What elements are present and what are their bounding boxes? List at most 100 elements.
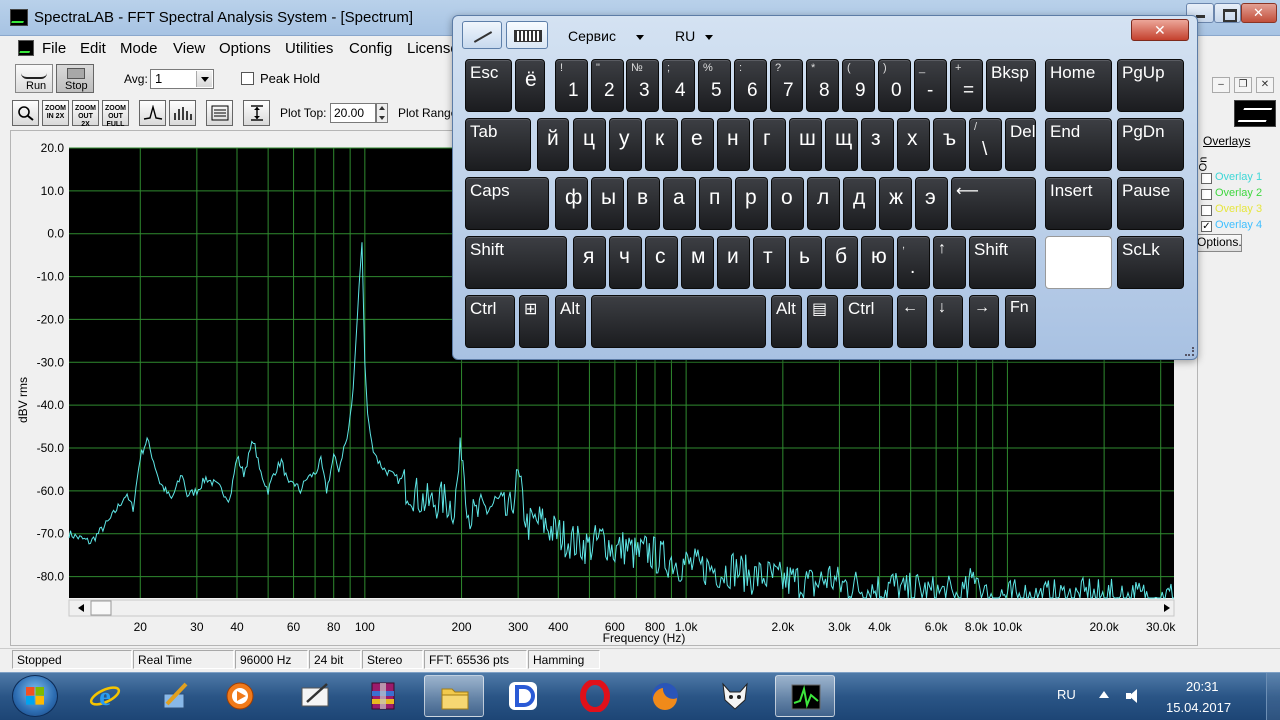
bar-graph-button[interactable] [169, 100, 196, 126]
home-key[interactable]: Home [1045, 59, 1112, 112]
key-м[interactable]: м [681, 236, 714, 289]
key-ц[interactable]: ц [573, 118, 606, 171]
key-\[interactable]: / \ [969, 118, 1002, 171]
key-п[interactable]: п [699, 177, 732, 230]
key-9[interactable]: (9 [842, 59, 875, 112]
menu-license[interactable]: License [407, 40, 459, 57]
osk-language-menu[interactable]: RU [675, 28, 695, 44]
alt-key[interactable]: Alt [771, 295, 802, 348]
avg-select[interactable]: 1 [150, 69, 214, 89]
overlay-options-button[interactable]: Options... [1194, 234, 1242, 252]
stop-button[interactable]: Stop [56, 64, 94, 93]
key-э[interactable]: э [915, 177, 948, 230]
key-с[interactable]: с [645, 236, 678, 289]
backspace-key[interactable]: Bksp [986, 59, 1036, 112]
enter-key[interactable]: ⟵ [951, 177, 1036, 230]
key-ё[interactable]: ё [515, 59, 545, 112]
zoom-out-2x-button[interactable]: ZOOM OUT 2X [72, 100, 99, 128]
key-й[interactable]: й [537, 118, 569, 171]
signal-generator-icon[interactable] [1234, 100, 1276, 127]
fn-key[interactable]: Fn [1005, 295, 1036, 348]
shift-key[interactable]: Shift [969, 236, 1036, 289]
plot-top-input[interactable]: 20.00 [330, 103, 376, 123]
media-player-button[interactable] [210, 675, 270, 717]
paint-tool-button[interactable] [145, 675, 205, 717]
pause-key[interactable]: Pause [1117, 177, 1184, 230]
menu-mode[interactable]: Mode [120, 40, 158, 57]
arrow-left-key[interactable]: ← [897, 295, 927, 348]
menu-file[interactable]: File [42, 40, 66, 57]
key-0[interactable]: ) 0 [878, 59, 911, 112]
scrollbar-thumb[interactable] [90, 600, 112, 616]
horizontal-scrollbar[interactable] [68, 599, 1175, 617]
key-б[interactable]: б [825, 236, 858, 289]
context-menu-key[interactable]: ▤ [807, 295, 838, 348]
key-а[interactable]: а [663, 177, 696, 230]
clock-date[interactable]: 15.04.2017 [1166, 700, 1231, 715]
key-з[interactable]: з [861, 118, 894, 171]
key-ф[interactable]: ф [555, 177, 588, 230]
key-р[interactable]: р [735, 177, 768, 230]
menu-edit[interactable]: Edit [80, 40, 106, 57]
key-ъ[interactable]: ъ [933, 118, 966, 171]
key-я[interactable]: я [573, 236, 606, 289]
overlay-2-checkbox[interactable] [1201, 189, 1212, 200]
spectralab-taskbar-button[interactable] [775, 675, 835, 717]
insert-key[interactable]: Insert [1045, 177, 1112, 230]
chevron-down-icon[interactable] [636, 35, 644, 40]
ctrl-key[interactable]: Ctrl [465, 295, 515, 348]
maximize-button[interactable] [1214, 3, 1241, 23]
close-button[interactable] [1241, 3, 1277, 23]
zoom-in-2x-button[interactable]: ZOOM IN 2X [42, 100, 69, 126]
key-4[interactable]: ; 4 [662, 59, 695, 112]
key-ю[interactable]: ю [861, 236, 894, 289]
key-3[interactable]: № 3 [626, 59, 659, 112]
end-key[interactable]: End [1045, 118, 1112, 171]
key-7[interactable]: ? 7 [770, 59, 803, 112]
key-г[interactable]: г [753, 118, 786, 171]
key--[interactable]: _ - [914, 59, 947, 112]
ctrl-key[interactable]: Ctrl [843, 295, 893, 348]
autoscale-button[interactable] [243, 100, 270, 126]
blank-key[interactable] [1045, 236, 1112, 289]
run-button[interactable]: Run [15, 64, 53, 93]
key-6[interactable]: :6 [734, 59, 767, 112]
overlay-3-checkbox[interactable] [1201, 205, 1212, 216]
peak-marker-button[interactable] [139, 100, 166, 126]
arrow-right-key[interactable]: → [969, 295, 999, 348]
tab-key[interactable]: Tab [465, 118, 531, 171]
alt-key[interactable]: Alt [555, 295, 586, 348]
page-down-key[interactable]: PgDn [1117, 118, 1184, 171]
shift-key[interactable]: Shift [465, 236, 567, 289]
key-т[interactable]: т [753, 236, 786, 289]
key-в[interactable]: в [627, 177, 660, 230]
menu-utilities[interactable]: Utilities [285, 40, 333, 57]
start-button[interactable] [12, 675, 58, 717]
overlay-1-checkbox[interactable] [1201, 173, 1212, 184]
osk-close-button[interactable] [1131, 19, 1189, 41]
chevron-down-icon[interactable] [705, 35, 713, 40]
key-д[interactable]: д [843, 177, 876, 230]
table-view-button[interactable] [206, 100, 233, 126]
key-ж[interactable]: ж [879, 177, 912, 230]
zoom-out-full-button[interactable]: ZOOM OUT FULL [102, 100, 129, 128]
menu-view[interactable]: View [173, 40, 205, 57]
space-key[interactable] [591, 295, 766, 348]
key-ш[interactable]: ш [789, 118, 822, 171]
opera-button[interactable] [565, 675, 625, 717]
key-х[interactable]: х [897, 118, 930, 171]
key-и[interactable]: и [717, 236, 750, 289]
caps-lock-key[interactable]: Caps [465, 177, 549, 230]
delete-key[interactable]: Del [1005, 118, 1036, 171]
key-о[interactable]: о [771, 177, 804, 230]
document-icon[interactable] [18, 40, 34, 56]
key-5[interactable]: % 5 [698, 59, 731, 112]
app-d-button[interactable] [493, 675, 553, 717]
scroll-lock-key[interactable]: ScLk [1117, 236, 1184, 289]
esc-key[interactable]: Esc [465, 59, 512, 112]
key-.[interactable]: ,. [897, 236, 930, 289]
clock-time[interactable]: 20:31 [1186, 679, 1219, 694]
chevron-down-icon[interactable] [196, 71, 212, 87]
winrar-button[interactable] [353, 675, 413, 717]
plot-top-spinner[interactable] [376, 103, 388, 123]
